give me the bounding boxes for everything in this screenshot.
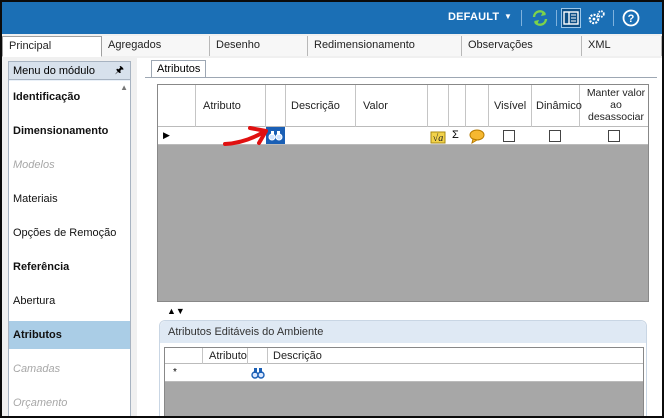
column-atributo[interactable]: Atributo <box>209 350 247 362</box>
sum-icon[interactable]: Σ <box>452 129 459 141</box>
module-tabs: Principal Agregados Desenho Redimensiona… <box>2 36 662 57</box>
sidebar-item-atributos[interactable]: Atributos <box>9 321 130 349</box>
subtab-divider <box>145 77 657 78</box>
app-window: DEFAULT ▼ ? Principal Agregados Desenho … <box>0 0 664 418</box>
sidebar-item-materiais[interactable]: Materiais <box>9 185 130 213</box>
search-attribute-icon[interactable] <box>250 365 266 381</box>
panel-layout-icon[interactable] <box>561 8 581 28</box>
column-visivel[interactable]: Visível <box>494 100 526 112</box>
sidebar-item-dimensionamento[interactable]: Dimensionamento <box>9 117 130 145</box>
toolbar-separator <box>556 10 557 26</box>
column-descricao[interactable]: Descrição <box>291 100 340 112</box>
column-valor[interactable]: Valor <box>363 100 388 112</box>
column-dinamico[interactable]: Dinâmico <box>536 100 582 112</box>
sidebar-item-camadas: Camadas <box>13 363 61 375</box>
tab-agregados[interactable]: Agregados <box>102 36 210 56</box>
toolbar-separator <box>613 10 614 26</box>
tab-xml[interactable]: XML <box>582 36 662 56</box>
attributes-grid[interactable]: Atributo Descrição Valor Visível Dinâmic… <box>157 84 649 302</box>
module-menu: Menu do módulo 🖈 Identificação Dimension… <box>8 61 131 416</box>
tab-principal[interactable]: Principal <box>2 36 102 57</box>
column-descricao[interactable]: Descrição <box>273 350 322 362</box>
toolbar-separator <box>521 10 522 26</box>
tab-desenho[interactable]: Desenho <box>210 36 308 56</box>
module-menu-title: Menu do módulo <box>13 65 95 77</box>
sidebar-item-abertura[interactable]: Abertura <box>9 287 130 315</box>
dinamico-checkbox[interactable] <box>549 130 561 142</box>
svg-text:?: ? <box>628 13 635 25</box>
environment-attributes-grid[interactable]: Atributo Descrição * <box>164 347 644 416</box>
settings-gears-icon[interactable] <box>587 8 607 28</box>
top-toolbar: DEFAULT ▼ ? <box>2 2 662 34</box>
column-manter-valor[interactable]: Manter valor ao desassociar <box>586 87 646 123</box>
tab-observacoes[interactable]: Observações <box>462 36 582 56</box>
help-icon[interactable]: ? <box>621 8 641 28</box>
manter-valor-checkbox[interactable] <box>608 130 620 142</box>
column-atributo[interactable]: Atributo <box>203 100 241 112</box>
environment-attributes-title: Atributos Editáveis do Ambiente <box>160 321 646 343</box>
sidebar-item-modelos: Modelos <box>13 159 55 171</box>
profile-dropdown[interactable]: DEFAULT <box>448 11 499 23</box>
formula-icon[interactable]: √a <box>430 128 446 144</box>
row-selector-icon: ▶ <box>163 130 170 140</box>
new-row-marker: * <box>173 367 177 378</box>
main-content: Atributos Atributo Descrição Valor Visív… <box>137 58 662 416</box>
sidebar-item-orcamento: Orçamento <box>13 397 68 409</box>
table-row[interactable]: * <box>165 364 643 382</box>
sidebar-item-referencia[interactable]: Referência <box>9 253 130 281</box>
visivel-checkbox[interactable] <box>503 130 515 142</box>
module-menu-header: Menu do módulo 🖈 <box>9 62 130 80</box>
environment-grid-header: Atributo Descrição <box>165 348 643 382</box>
environment-attributes-panel: Atributos Editáveis do Ambiente Atributo… <box>159 320 647 416</box>
svg-text:√a: √a <box>433 133 444 144</box>
module-menu-list: Identificação Dimensionamento Modelos Ma… <box>9 81 130 416</box>
refresh-icon[interactable] <box>530 8 550 28</box>
annotation-arrow <box>223 126 268 146</box>
attributes-grid-header: Atributo Descrição Valor Visível Dinâmic… <box>158 85 648 145</box>
splitter-handle[interactable]: ▲▼ <box>167 306 185 316</box>
tab-redimensionamento[interactable]: Redimensionamento <box>308 36 462 56</box>
scroll-up-icon[interactable]: ▲ <box>120 83 128 92</box>
sidebar-item-opcoes-remocao[interactable]: Opções de Remoção <box>9 219 130 247</box>
chevron-down-icon[interactable]: ▼ <box>504 12 512 21</box>
sidebar-item-identificacao[interactable]: Identificação <box>9 83 130 111</box>
pin-icon[interactable]: 🖈 <box>115 62 124 80</box>
comment-icon[interactable] <box>468 128 486 145</box>
tab-atributos[interactable]: Atributos <box>151 60 207 78</box>
